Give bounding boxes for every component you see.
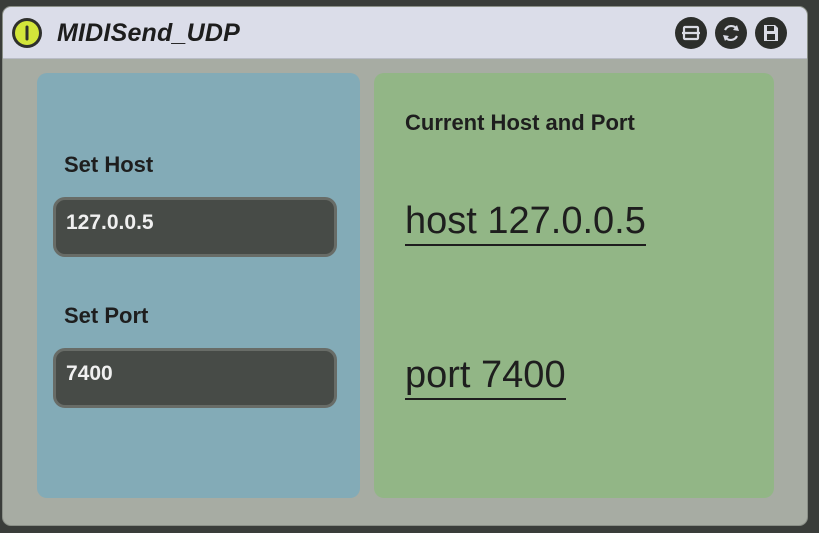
device-title: MIDISend_UDP bbox=[57, 19, 240, 47]
device-titlebar: MIDISend_UDP bbox=[3, 7, 807, 59]
port-message[interactable]: port 7400 bbox=[405, 353, 566, 400]
save-icon bbox=[764, 25, 778, 41]
power-icon bbox=[15, 21, 39, 45]
port-input[interactable]: 7400 bbox=[53, 348, 337, 408]
save-preset-button[interactable] bbox=[755, 17, 787, 49]
freeze-button[interactable] bbox=[675, 17, 707, 49]
set-port-label: Set Port bbox=[64, 303, 149, 328]
freeze-icon bbox=[682, 25, 700, 41]
hot-swap-button[interactable] bbox=[715, 17, 747, 49]
hot-swap-icon bbox=[723, 24, 739, 42]
host-input[interactable]: 127.0.0.5 bbox=[53, 197, 337, 257]
host-settings-panel: Set Host 127.0.0.5 Set Port 7400 bbox=[37, 73, 360, 498]
set-host-label: Set Host bbox=[64, 152, 154, 177]
host-input-value: 127.0.0.5 bbox=[66, 211, 154, 234]
current-host-port-heading: Current Host and Port bbox=[405, 110, 635, 135]
power-toggle[interactable] bbox=[12, 18, 42, 48]
device-window: MIDISend_UDP Set Host 127.0.0.5 Set Port… bbox=[2, 6, 808, 526]
port-input-value: 7400 bbox=[66, 362, 113, 385]
current-status-panel: Current Host and Port host 127.0.0.5 por… bbox=[374, 73, 774, 498]
host-message[interactable]: host 127.0.0.5 bbox=[405, 199, 646, 246]
